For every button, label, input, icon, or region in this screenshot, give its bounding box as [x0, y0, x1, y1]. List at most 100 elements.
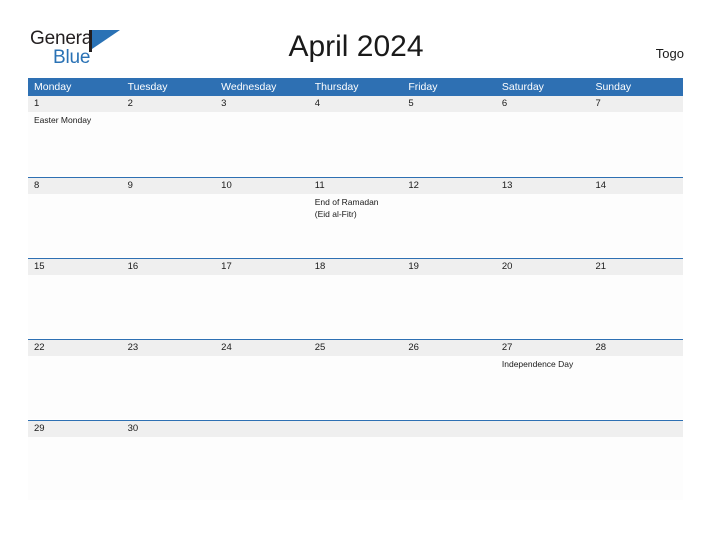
- day-number[interactable]: 21: [589, 259, 683, 275]
- day-cell[interactable]: [402, 437, 496, 500]
- day-number[interactable]: 25: [309, 340, 403, 356]
- day-cell[interactable]: [215, 275, 309, 338]
- day-number-empty: [589, 421, 683, 437]
- holiday-event-label: Independence Day: [501, 359, 574, 369]
- day-cell[interactable]: [496, 194, 590, 257]
- day-number[interactable]: 29: [28, 421, 122, 437]
- day-number[interactable]: 11: [309, 178, 403, 194]
- day-number-band: 22 23 24 25 26 27 28: [28, 340, 683, 356]
- day-number[interactable]: 19: [402, 259, 496, 275]
- day-cell[interactable]: [496, 112, 590, 175]
- day-cell[interactable]: [309, 356, 403, 419]
- weekday-wednesday: Wednesday: [221, 81, 277, 93]
- calendar-week-row: 22 23 24 25 26 27 28 Independence Day: [28, 339, 683, 420]
- day-number[interactable]: 20: [496, 259, 590, 275]
- day-cell[interactable]: [215, 194, 309, 257]
- day-number-empty: [309, 421, 403, 437]
- day-cell[interactable]: [309, 112, 403, 175]
- day-number-band: 1234567: [28, 96, 683, 112]
- weekday-header-row: Monday Tuesday Wednesday Thursday Friday…: [28, 78, 683, 96]
- day-cell[interactable]: [122, 356, 216, 419]
- day-cell[interactable]: [28, 275, 122, 338]
- calendar-grid: Monday Tuesday Wednesday Thursday Friday…: [28, 78, 683, 501]
- weekday-monday: Monday: [34, 81, 72, 93]
- day-cell[interactable]: [309, 437, 403, 500]
- page-title: April 2024: [288, 30, 424, 63]
- day-number[interactable]: 15: [28, 259, 122, 275]
- day-cell[interactable]: [215, 112, 309, 175]
- day-cell[interactable]: [215, 356, 309, 419]
- weekday-tuesday: Tuesday: [127, 81, 168, 93]
- day-number[interactable]: 28: [589, 340, 683, 356]
- day-number[interactable]: 14: [589, 178, 683, 194]
- day-number[interactable]: 30: [122, 421, 216, 437]
- day-cell[interactable]: [28, 437, 122, 500]
- calendar-week-row: 8 9 10 11 12 13 14 End of Ramadan (Eid al-Fitr): [28, 177, 683, 258]
- day-number[interactable]: 13: [496, 178, 590, 194]
- day-number-empty: [215, 421, 309, 437]
- weekday-saturday: Saturday: [501, 81, 544, 93]
- day-number[interactable]: 8: [28, 178, 122, 194]
- day-cell[interactable]: [589, 275, 683, 338]
- calendar-week-row: 1 2 3 4 5 6 7 Easter Monday: [28, 96, 683, 177]
- day-events-band: Independence Day: [28, 356, 683, 419]
- day-number-band: 15 16 17 18 19 20 21: [28, 259, 683, 275]
- day-cell[interactable]: [122, 275, 216, 338]
- day-number[interactable]: 17: [215, 259, 309, 275]
- day-cell[interactable]: [402, 194, 496, 257]
- holiday-event-label: Easter Monday: [34, 115, 92, 125]
- day-cell[interactable]: [402, 356, 496, 419]
- day-number[interactable]: 1: [28, 96, 122, 112]
- day-cell[interactable]: [496, 437, 590, 500]
- day-number-empty: [402, 421, 496, 437]
- day-number[interactable]: 23: [122, 340, 216, 356]
- day-cell[interactable]: [589, 112, 683, 175]
- day-events-band: End of Ramadan (Eid al-Fitr): [28, 194, 683, 257]
- day-number[interactable]: 18: [309, 259, 403, 275]
- day-number[interactable]: 10: [215, 178, 309, 194]
- day-cell[interactable]: [309, 275, 403, 338]
- day-events-band: Easter Monday: [28, 112, 683, 175]
- weekday-friday: Friday: [408, 81, 438, 93]
- calendar-week-row: 15 16 17 18 19 20 21: [28, 258, 683, 339]
- day-number-empty: [496, 421, 590, 437]
- day-number[interactable]: 24: [215, 340, 309, 356]
- calendar-weeks: 1 2 3 4 5 6 7 Easter Monday 8 9 10 11 12 13 14 End of R…: [28, 96, 683, 501]
- day-cell[interactable]: [28, 194, 122, 257]
- day-cell[interactable]: Independence Day: [496, 356, 590, 419]
- day-cell[interactable]: [122, 112, 216, 175]
- day-number[interactable]: 7: [589, 96, 683, 112]
- day-cell[interactable]: [28, 356, 122, 419]
- calendar-page: General Blue April 2024 Togo Monday Tues…: [0, 0, 712, 550]
- day-number-band: 29 30: [28, 421, 683, 437]
- day-cell[interactable]: [215, 437, 309, 500]
- day-cell[interactable]: [496, 275, 590, 338]
- calendar-week-row: 29 30: [28, 420, 683, 501]
- day-number[interactable]: 12: [402, 178, 496, 194]
- day-number[interactable]: 4: [309, 96, 403, 112]
- day-cell[interactable]: [402, 275, 496, 338]
- day-cell[interactable]: [402, 112, 496, 175]
- day-number[interactable]: 22: [28, 340, 122, 356]
- day-number[interactable]: 9: [122, 178, 216, 194]
- day-cell[interactable]: End of Ramadan (Eid al-Fitr): [309, 194, 403, 257]
- day-number[interactable]: 2: [122, 96, 216, 112]
- country-label: Togo: [655, 46, 684, 61]
- day-cell[interactable]: [122, 437, 216, 500]
- day-number[interactable]: 27: [496, 340, 590, 356]
- day-number[interactable]: 16: [122, 259, 216, 275]
- day-cell[interactable]: [589, 356, 683, 419]
- day-cell[interactable]: Easter Monday: [28, 112, 122, 175]
- weekday-thursday: Thursday: [314, 81, 359, 93]
- day-number[interactable]: 5: [402, 96, 496, 112]
- day-number-band: 8 9 10 11 12 13 14: [28, 178, 683, 194]
- day-number[interactable]: 26: [402, 340, 496, 356]
- day-number[interactable]: 3: [215, 96, 309, 112]
- day-cell[interactable]: [122, 194, 216, 257]
- page-header: General Blue April 2024 Togo: [0, 0, 712, 78]
- day-number[interactable]: 6: [496, 96, 590, 112]
- weekday-sunday: Sunday: [595, 81, 632, 93]
- holiday-event-label: (Eid al-Fitr): [314, 208, 357, 219]
- day-cell[interactable]: [589, 194, 683, 257]
- day-cell[interactable]: [589, 437, 683, 500]
